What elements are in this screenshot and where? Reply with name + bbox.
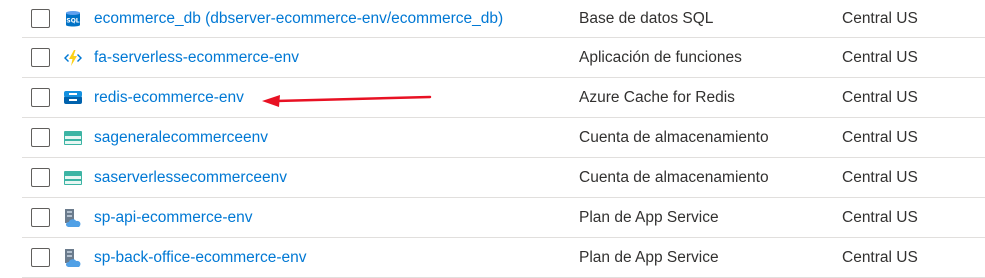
resource-location: Central US bbox=[842, 128, 918, 146]
svg-text:SQL: SQL bbox=[66, 17, 79, 24]
resource-name-link[interactable]: sp-api-ecommerce-env bbox=[94, 209, 253, 227]
redis-cache-icon bbox=[64, 90, 82, 104]
app-service-plan-icon bbox=[65, 248, 81, 267]
table-row[interactable]: saserverlessecommerceenv Cuenta de almac… bbox=[22, 158, 985, 198]
table-row[interactable]: SQL ecommerce_db (dbserver-ecommerce-env… bbox=[22, 0, 985, 38]
app-service-plan-icon bbox=[65, 208, 81, 227]
table-row[interactable]: sageneralecommerceenv Cuenta de almacena… bbox=[22, 118, 985, 158]
row-checkbox[interactable] bbox=[31, 208, 50, 227]
resource-type: Plan de App Service bbox=[579, 208, 719, 226]
resource-location: Central US bbox=[842, 248, 918, 266]
resource-type: Aplicación de funciones bbox=[579, 48, 742, 66]
table-row[interactable]: sp-api-ecommerce-env Plan de App Service… bbox=[22, 198, 985, 238]
table-row[interactable]: fa-serverless-ecommerce-env Aplicación d… bbox=[22, 38, 985, 78]
resource-name-link[interactable]: sageneralecommerceenv bbox=[94, 129, 268, 147]
row-checkbox[interactable] bbox=[31, 248, 50, 267]
resource-type: Base de datos SQL bbox=[579, 9, 714, 27]
storage-account-icon bbox=[64, 130, 82, 145]
resource-name-link[interactable]: sp-back-office-ecommerce-env bbox=[94, 249, 306, 267]
function-app-icon bbox=[64, 49, 82, 66]
table-row[interactable]: sp-back-office-ecommerce-env Plan de App… bbox=[22, 238, 985, 278]
resource-name-link[interactable]: saserverlessecommerceenv bbox=[94, 169, 287, 187]
resource-location: Central US bbox=[842, 48, 918, 66]
resource-type: Plan de App Service bbox=[579, 248, 719, 266]
row-checkbox[interactable] bbox=[31, 128, 50, 147]
row-checkbox[interactable] bbox=[31, 88, 50, 107]
resource-type: Cuenta de almacenamiento bbox=[579, 128, 769, 146]
resource-table: SQL ecommerce_db (dbserver-ecommerce-env… bbox=[22, 0, 985, 278]
resource-location: Central US bbox=[842, 9, 918, 27]
row-checkbox[interactable] bbox=[31, 9, 50, 28]
resource-name-link[interactable]: ecommerce_db (dbserver-ecommerce-env/eco… bbox=[94, 10, 503, 28]
resource-location: Central US bbox=[842, 208, 918, 226]
sql-database-icon: SQL bbox=[66, 10, 80, 26]
resource-type: Cuenta de almacenamiento bbox=[579, 168, 769, 186]
resource-name-link[interactable]: fa-serverless-ecommerce-env bbox=[94, 49, 299, 67]
resource-type: Azure Cache for Redis bbox=[579, 88, 735, 106]
resource-location: Central US bbox=[842, 88, 918, 106]
row-checkbox[interactable] bbox=[31, 48, 50, 67]
table-row[interactable]: redis-ecommerce-env Azure Cache for Redi… bbox=[22, 78, 985, 118]
resource-location: Central US bbox=[842, 168, 918, 186]
resource-name-link[interactable]: redis-ecommerce-env bbox=[94, 89, 244, 107]
row-checkbox[interactable] bbox=[31, 168, 50, 187]
storage-account-icon bbox=[64, 170, 82, 185]
